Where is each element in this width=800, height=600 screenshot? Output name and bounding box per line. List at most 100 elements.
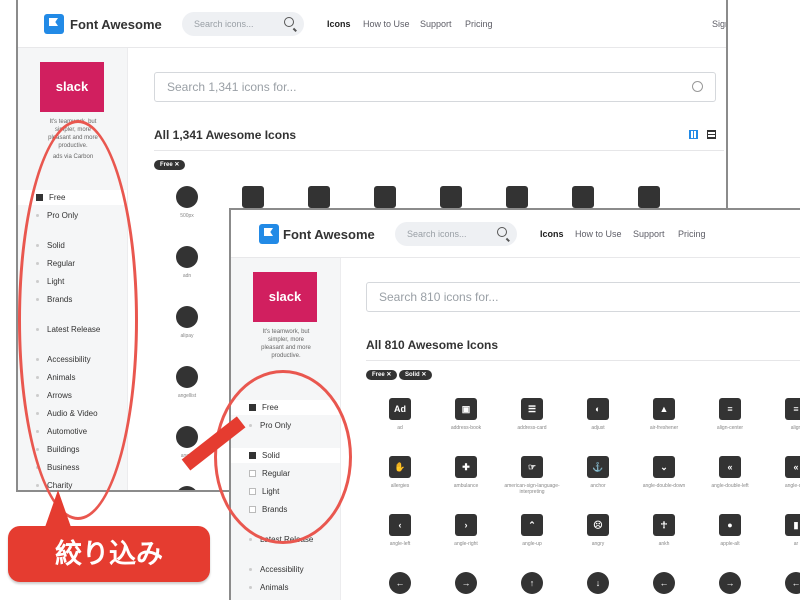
icon-cell[interactable]: ⚓ anchor <box>568 456 628 489</box>
flag-logo-icon[interactable] <box>44 14 64 34</box>
icon-cell[interactable]: angellist <box>157 366 217 399</box>
icon-cell[interactable]: › angle-right <box>436 514 496 547</box>
icon-cell[interactable]: → <box>700 572 760 599</box>
icon-caption: 500px <box>180 213 194 219</box>
nav-support[interactable]: Support <box>633 229 665 239</box>
icon-cell[interactable]: ✚ ambulance <box>436 456 496 489</box>
icon-cell[interactable]: ◐ adjust <box>568 398 628 431</box>
icon-cell[interactable]: ← <box>370 572 430 599</box>
icon-cell[interactable]: « angle-double-left <box>700 456 760 489</box>
icon-cell[interactable]: ▲ air-freshener <box>634 398 694 431</box>
ad-line: simpler, more <box>267 337 304 343</box>
icon-cell[interactable]: ≡ align-center <box>700 398 760 431</box>
icon-glyph: ≡ <box>719 398 741 420</box>
icon-glyph: ↑ <box>521 572 543 594</box>
ad-line: pleasant and more <box>261 345 311 351</box>
tag-free[interactable]: Free ✕ <box>154 160 186 170</box>
icon-cell[interactable]: « angle-dou <box>766 456 800 489</box>
tag-label: Free <box>372 372 385 378</box>
icon-glyph <box>176 246 198 268</box>
icon-cell[interactable] <box>619 186 679 208</box>
nav-icons[interactable]: Icons <box>540 229 564 239</box>
front-topbar: Font Awesome Search icons... Icons How t… <box>231 210 800 258</box>
icon-cell[interactable]: ▮ ar <box>766 514 800 547</box>
tag-label: Free <box>160 162 173 168</box>
icon-cell[interactable] <box>289 186 349 208</box>
icon-cell[interactable]: ↑ <box>502 572 562 599</box>
nav-how-to-use[interactable]: How to Use <box>575 229 622 239</box>
icon-cell[interactable] <box>553 186 613 208</box>
icon-caption: air-freshener <box>649 425 679 431</box>
filter-label: Accessibility <box>260 565 304 574</box>
slack-ad-logo[interactable]: slack <box>253 272 317 322</box>
icons-heading: All 810 Awesome Icons <box>366 338 499 352</box>
icon-caption: angle-up <box>522 541 542 547</box>
tag-free[interactable]: Free ✕ <box>366 370 398 380</box>
icon-glyph <box>176 186 198 208</box>
nav-icons[interactable]: Icons <box>327 19 351 29</box>
logo-text[interactable]: Font Awesome <box>283 227 375 242</box>
icon-cell[interactable]: ▣ address-book <box>436 398 496 431</box>
icon-glyph <box>572 186 594 208</box>
icon-cell[interactable]: adn <box>157 246 217 279</box>
icon-cell[interactable] <box>355 186 415 208</box>
icon-cell[interactable]: ↓ <box>568 572 628 599</box>
search-input[interactable]: Search icons... <box>395 222 517 246</box>
icon-cell[interactable]: ⌄ angle-double-down <box>634 456 694 489</box>
icon-caption: angle-right <box>454 541 478 547</box>
icon-cell[interactable]: alipay <box>157 306 217 339</box>
icon-cell[interactable] <box>223 186 283 208</box>
icon-cell[interactable] <box>421 186 481 208</box>
list-view-icon[interactable] <box>707 130 716 139</box>
nav-how-to-use[interactable]: How to Use <box>363 19 410 29</box>
search-input[interactable]: Search icons... <box>182 12 304 36</box>
icon-caption: angle-double-left <box>711 483 749 489</box>
icon-glyph <box>176 306 198 328</box>
icon-cell[interactable]: ⌃ angle-up <box>502 514 562 547</box>
icon-cell[interactable]: Ad ad <box>370 398 430 431</box>
icon-cell[interactable]: 500px <box>157 186 217 219</box>
icon-caption: anchor <box>590 483 606 489</box>
nav-signin[interactable]: Sign <box>712 19 726 29</box>
icon-glyph: ● <box>719 514 741 536</box>
icon-cell[interactable]: → <box>436 572 496 599</box>
big-search-input[interactable]: Search 1,341 icons for... <box>154 72 716 102</box>
icon-cell[interactable]: ☹ angry <box>568 514 628 547</box>
icon-cell[interactable]: ☥ ankh <box>634 514 694 547</box>
flag-logo-icon[interactable] <box>259 224 279 244</box>
nav-pricing[interactable]: Pricing <box>678 229 706 239</box>
highlight-oval-right <box>214 370 352 544</box>
icon-glyph <box>176 426 198 448</box>
ad-copy: It's teamwork, but simpler, more pleasan… <box>245 328 327 360</box>
icon-cell[interactable]: ● apple-alt <box>700 514 760 547</box>
tag-solid[interactable]: Solid ✕ <box>399 370 433 380</box>
filter-accessibility[interactable]: Accessibility <box>231 562 304 577</box>
icon-caption: adjust <box>591 425 605 431</box>
icon-cell[interactable]: ‹ angle-left <box>370 514 430 547</box>
icon-glyph: ‹ <box>389 514 411 536</box>
icon-cell[interactable]: ← <box>766 572 800 599</box>
icon-cell[interactable]: ← <box>634 572 694 599</box>
nav-pricing[interactable]: Pricing <box>465 19 493 29</box>
logo-text[interactable]: Font Awesome <box>70 17 162 32</box>
nav-support[interactable]: Support <box>420 19 452 29</box>
grid-view-icon[interactable] <box>689 130 698 139</box>
icon-glyph: ☰ <box>521 398 543 420</box>
big-search-placeholder: Search 1,341 icons for... <box>167 80 297 94</box>
slack-ad-logo[interactable]: slack <box>40 62 104 112</box>
icon-glyph: → <box>719 572 741 594</box>
icons-heading: All 1,341 Awesome Icons <box>154 128 297 142</box>
icon-cell[interactable] <box>157 486 217 490</box>
big-search-input[interactable]: Search 810 icons for... <box>366 282 800 312</box>
filter-animals[interactable]: Animals <box>231 580 288 595</box>
icon-cell[interactable] <box>487 186 547 208</box>
icon-caption: angle-left <box>389 541 411 547</box>
icon-cell[interactable]: ≡ align <box>766 398 800 431</box>
ad-brand: slack <box>55 79 89 94</box>
icon-cell[interactable]: ☰ address-card <box>502 398 562 431</box>
icon-caption: adn <box>182 273 192 279</box>
icon-cell[interactable]: ☞ american-sign-language-interpreting <box>502 456 562 495</box>
icon-cell[interactable]: ✋ allergies <box>370 456 430 489</box>
icon-glyph: ◐ <box>587 398 609 420</box>
icon-glyph: ← <box>389 572 411 594</box>
